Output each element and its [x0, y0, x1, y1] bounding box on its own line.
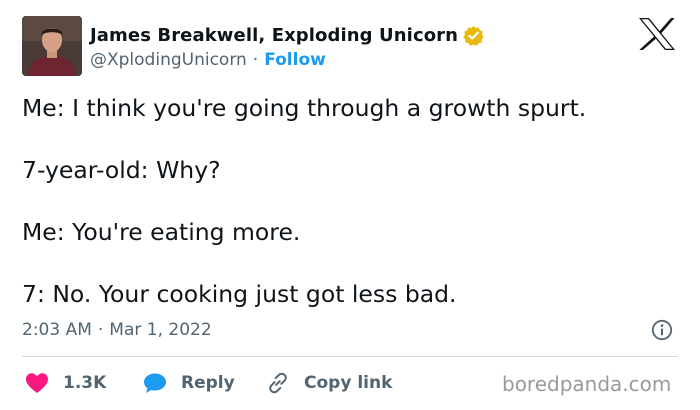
- like-count: 1.3K: [63, 373, 107, 393]
- speech-bubble-icon: [143, 372, 167, 394]
- tweet-time: 2:03 AM: [22, 320, 92, 340]
- author-display-name[interactable]: James Breakwell, Exploding Unicorn: [90, 25, 458, 46]
- tweet-text-line: Me: You're eating more.: [22, 218, 301, 246]
- avatar[interactable]: [22, 16, 82, 76]
- follow-button[interactable]: Follow: [264, 50, 326, 70]
- x-logo-icon[interactable]: [638, 17, 676, 51]
- verified-badge-icon: [463, 25, 484, 46]
- handle-separator: ·: [252, 50, 259, 70]
- author-handle-row: @XplodingUnicorn · Follow: [90, 48, 326, 72]
- tweet-timestamp[interactable]: 2:03 AM · Mar 1, 2022: [22, 318, 212, 342]
- like-button[interactable]: 1.3K: [25, 370, 106, 396]
- source-watermark: boredpanda.com: [502, 372, 672, 396]
- copy-link-button[interactable]: Copy link: [266, 370, 392, 396]
- tweet-text-line: 7: No. Your cooking just got less bad.: [22, 280, 457, 308]
- copy-link-label: Copy link: [304, 373, 393, 393]
- tweet-text-line: Me: I think you're going through a growt…: [22, 94, 587, 122]
- info-icon[interactable]: [651, 319, 673, 341]
- link-icon: [266, 371, 290, 395]
- tweet-date: Mar 1, 2022: [109, 320, 212, 340]
- author-name-row: James Breakwell, Exploding Unicorn: [90, 22, 484, 48]
- author-handle[interactable]: @XplodingUnicorn: [90, 50, 247, 70]
- timestamp-separator: ·: [97, 320, 104, 340]
- heart-icon: [25, 372, 49, 394]
- tweet-text-line: 7-year-old: Why?: [22, 156, 221, 184]
- reply-label: Reply: [181, 373, 235, 393]
- reply-button[interactable]: Reply: [143, 370, 235, 396]
- divider: [22, 356, 678, 357]
